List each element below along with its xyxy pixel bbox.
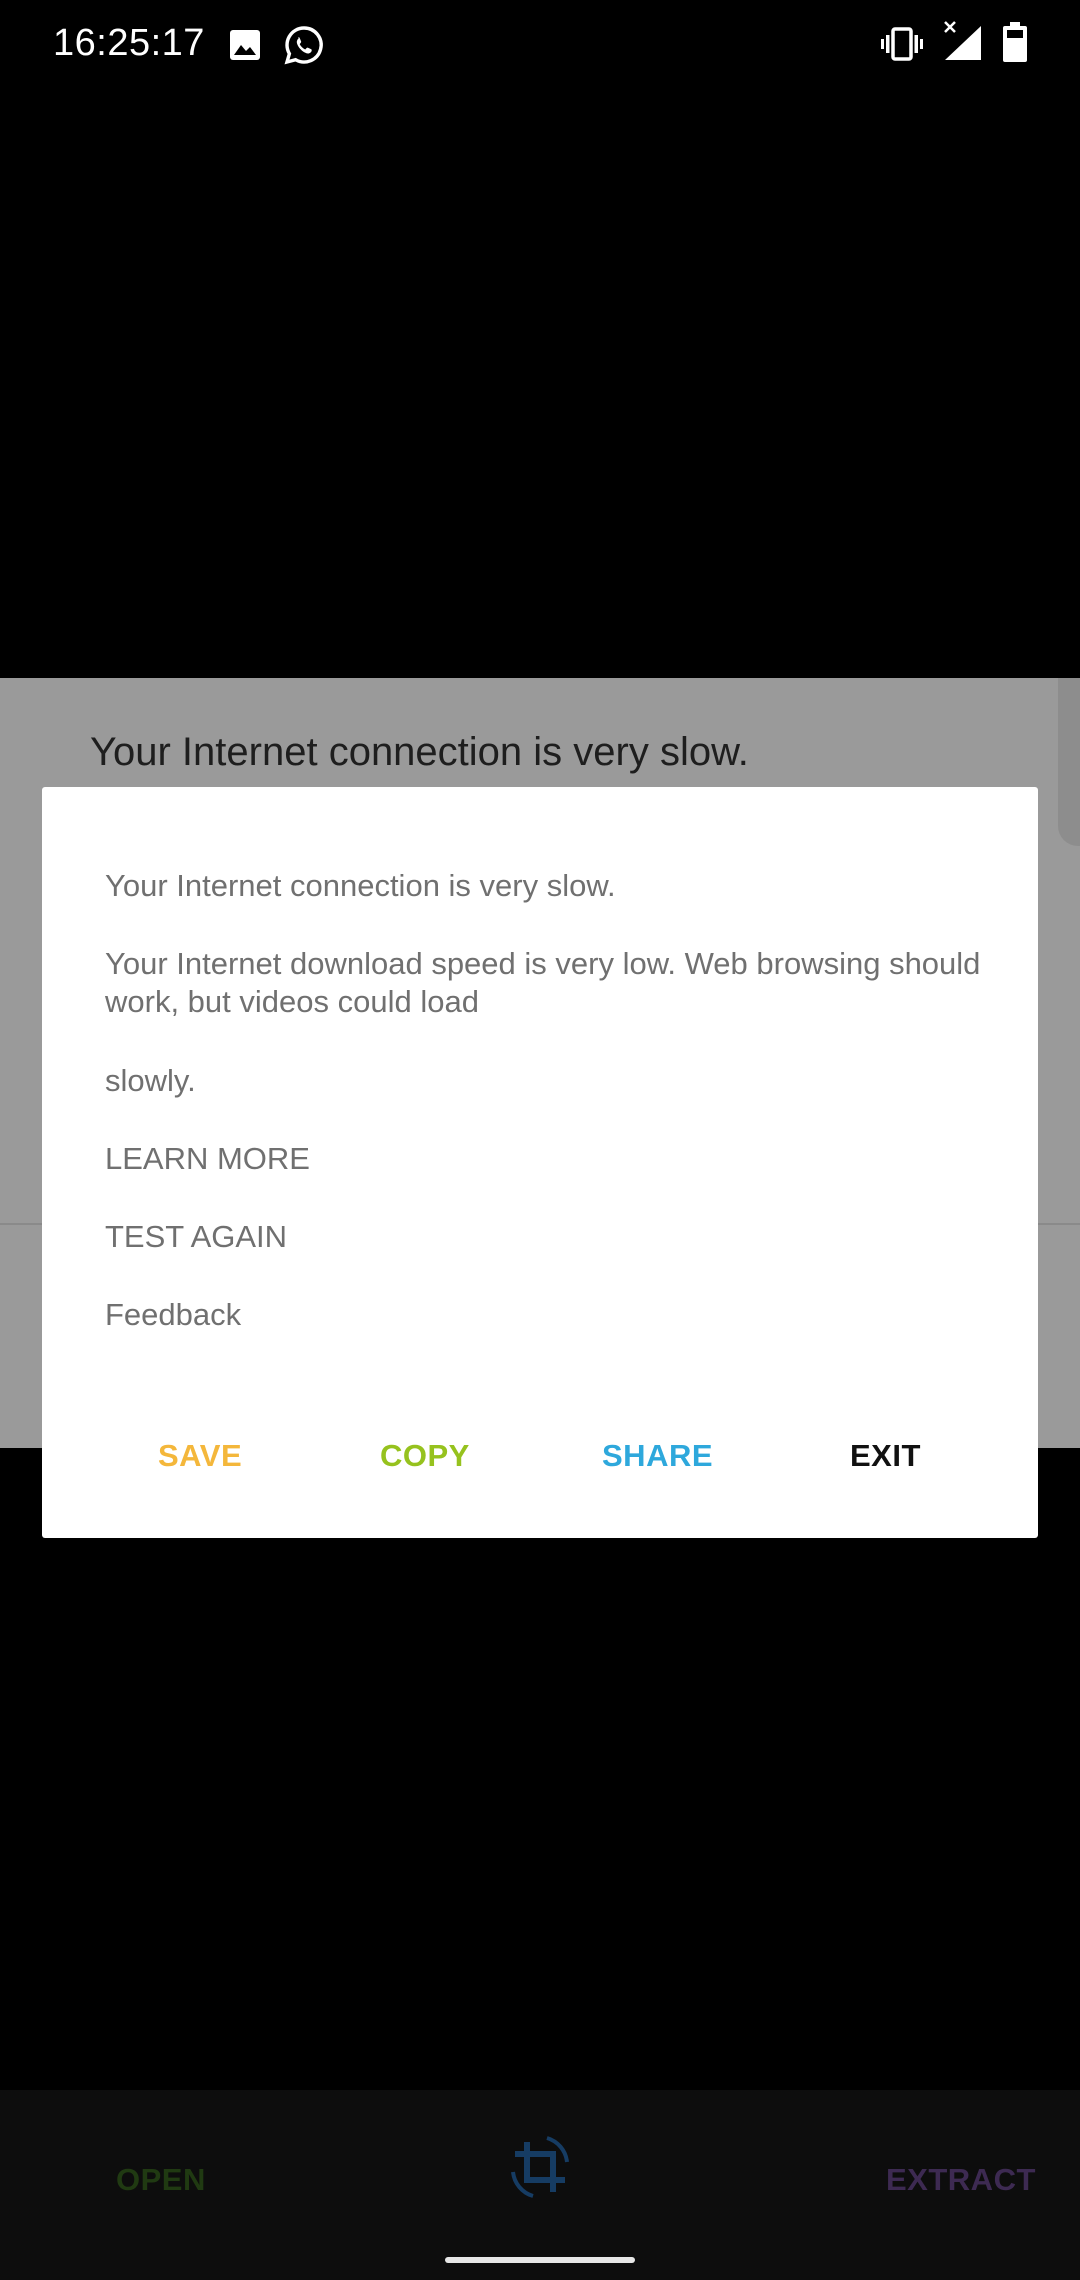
bottom-bar: OPEN EXTRACT bbox=[0, 2090, 1080, 2280]
dialog-line-feedback: Feedback bbox=[105, 1297, 242, 1332]
dialog-line-learn-more: LEARN MORE bbox=[105, 1141, 310, 1176]
extract-button[interactable]: EXTRACT bbox=[886, 2162, 1036, 2198]
status-time: 16:25:17 bbox=[53, 22, 205, 64]
dialog-line-1: Your Internet connection is very slow. bbox=[105, 868, 616, 903]
whatsapp-icon bbox=[283, 24, 325, 71]
dialog-line-2: Your Internet download speed is very low… bbox=[105, 946, 981, 1019]
crop-rotate-icon[interactable] bbox=[505, 2132, 575, 2202]
dialog-line-test-again: TEST AGAIN bbox=[105, 1219, 288, 1254]
home-indicator[interactable] bbox=[445, 2257, 635, 2263]
dialog-line-3: slowly. bbox=[105, 1063, 196, 1098]
open-button[interactable]: OPEN bbox=[116, 2162, 206, 2198]
background-title: Your Internet connection is very slow. bbox=[90, 730, 749, 774]
background-edge-tab bbox=[1058, 678, 1080, 846]
share-button[interactable]: SHARE bbox=[596, 1428, 719, 1484]
result-dialog: Your Internet connection is very slow. Y… bbox=[42, 787, 1038, 1538]
save-button[interactable]: SAVE bbox=[152, 1428, 248, 1484]
gallery-icon bbox=[228, 28, 262, 67]
dialog-actions: SAVE COPY SHARE EXIT bbox=[42, 1428, 1038, 1498]
copy-button[interactable]: COPY bbox=[374, 1428, 476, 1484]
no-signal-icon bbox=[942, 20, 982, 67]
battery-icon bbox=[1003, 22, 1027, 67]
exit-button[interactable]: EXIT bbox=[844, 1428, 927, 1484]
vibrate-icon bbox=[881, 26, 923, 67]
status-bar: 16:25:17 bbox=[0, 0, 1080, 92]
